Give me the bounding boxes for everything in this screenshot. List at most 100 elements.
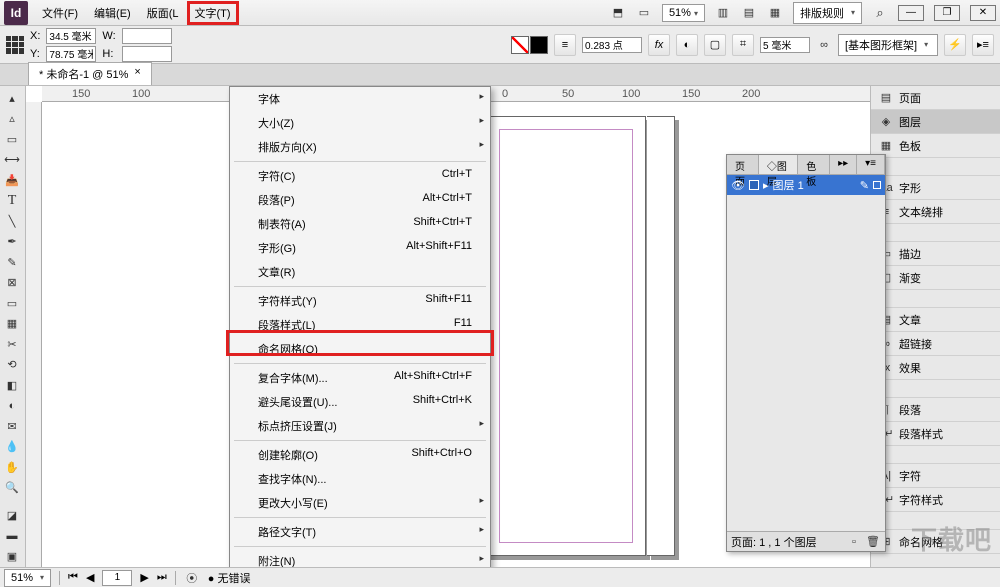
panel-effects[interactable]: fx效果	[871, 356, 1000, 380]
opacity-icon[interactable]: ◐	[676, 34, 698, 56]
menu-item[interactable]: 排版方向(X)	[230, 135, 490, 159]
w-input[interactable]	[122, 28, 172, 44]
panel-menu-icon[interactable]: ▸≡	[972, 34, 994, 56]
reference-point-icon[interactable]	[6, 36, 24, 54]
panel-menu-icon[interactable]: ▾≡	[857, 155, 885, 174]
screen-mode-tool-icon[interactable]: ▣	[0, 546, 24, 567]
gradient-feather-tool-icon[interactable]: ◐	[0, 396, 24, 417]
maximize-button[interactable]: ❐	[934, 5, 960, 21]
menu-item[interactable]: 文章(R)	[230, 260, 490, 284]
size-input[interactable]	[760, 37, 810, 53]
scissors-tool-icon[interactable]: ✂	[0, 334, 24, 355]
apply-color-icon[interactable]: ▬	[0, 526, 24, 547]
panel-tab-layers[interactable]: ◇图层	[759, 155, 798, 174]
menu-item[interactable]: 字符样式(Y)Shift+F11	[230, 289, 490, 313]
visibility-icon[interactable]: 👁	[731, 179, 745, 192]
grid-tool-icon[interactable]: ▦	[0, 314, 24, 335]
panel-char-styles[interactable]: A↵字符样式	[871, 488, 1000, 512]
document-page-2[interactable]	[647, 116, 675, 556]
panel-character[interactable]: A|字符	[871, 464, 1000, 488]
pencil-tool-icon[interactable]: ✎	[0, 252, 24, 273]
page-fwd-icon[interactable]: ▶	[140, 571, 148, 584]
panel-glyphs[interactable]: Aa字形	[871, 176, 1000, 200]
page-number-input[interactable]	[102, 570, 132, 586]
page-prev-icon[interactable]: ⏮	[68, 571, 78, 584]
close-button[interactable]: ✕	[970, 5, 996, 21]
delete-layer-icon[interactable]: 🗑	[865, 533, 881, 549]
menu-item[interactable]: 段落(P)Alt+Ctrl+T	[230, 188, 490, 212]
gap-tool-icon[interactable]: ⟷	[0, 150, 24, 171]
panel-swatches[interactable]: ▦色板	[871, 134, 1000, 158]
panel-stroke[interactable]: ▭描边	[871, 242, 1000, 266]
menu-item[interactable]: 更改大小写(E)	[230, 491, 490, 515]
selection-tool-icon[interactable]: ▴	[0, 88, 24, 109]
note-tool-icon[interactable]: ✉	[0, 416, 24, 437]
panel-collapse-icon[interactable]: ▸▸	[830, 155, 857, 174]
zoom-tool-icon[interactable]: 🔍	[0, 478, 24, 499]
panel-tab-pages[interactable]: 页面	[727, 155, 759, 174]
fill-stroke-swatches[interactable]	[511, 36, 548, 54]
panel-text-wrap[interactable]: ≡文本绕排	[871, 200, 1000, 224]
eyedropper-tool-icon[interactable]: 💧	[0, 437, 24, 458]
gradient-swatch-tool-icon[interactable]: ◧	[0, 375, 24, 396]
expand-triangle-icon[interactable]: ▸	[763, 179, 769, 192]
arrange-icon[interactable]: ▥	[715, 5, 731, 21]
pen-tool-icon[interactable]: ✒	[0, 232, 24, 253]
type-tool-icon[interactable]: T	[0, 191, 24, 212]
selection-square-icon[interactable]	[873, 181, 881, 189]
menu-layout[interactable]: 版面(L	[139, 1, 187, 25]
panel-para-styles[interactable]: ¶↵段落样式	[871, 422, 1000, 446]
panel-gradient[interactable]: ◧渐变	[871, 266, 1000, 290]
arrange2-icon[interactable]: ▤	[741, 5, 757, 21]
menu-item[interactable]: 字符(C)Ctrl+T	[230, 164, 490, 188]
panel-tab-swatches[interactable]: 色板	[798, 155, 830, 174]
menu-item[interactable]: 标点挤压设置(J)	[230, 414, 490, 438]
h-input[interactable]	[122, 46, 172, 62]
quick-apply-icon[interactable]: ⚡	[944, 34, 966, 56]
status-zoom[interactable]: 51%	[4, 569, 51, 587]
direct-selection-tool-icon[interactable]: ▵	[0, 109, 24, 130]
stroke-weight-input[interactable]	[582, 37, 642, 53]
rectangle-frame-tool-icon[interactable]: ⊠	[0, 273, 24, 294]
panel-layers[interactable]: ◈图层	[871, 110, 1000, 134]
menu-item[interactable]: 复合字体(M)...Alt+Shift+Ctrl+F	[230, 366, 490, 390]
menu-item[interactable]: 字体	[230, 87, 490, 111]
page-last-icon[interactable]: ⏭	[157, 571, 167, 584]
content-collector-icon[interactable]: 📥	[0, 170, 24, 191]
screen-mode-icon[interactable]: ▭	[636, 5, 652, 21]
hand-tool-icon[interactable]: ✋	[0, 457, 24, 478]
menu-item[interactable]: 命名网格(Q)	[230, 337, 490, 361]
page-back-icon[interactable]: ◀	[86, 571, 94, 584]
menu-item[interactable]: 避头尾设置(U)...Shift+Ctrl+K	[230, 390, 490, 414]
menu-edit[interactable]: 编辑(E)	[86, 1, 139, 25]
panel-pages[interactable]: ▤页面	[871, 86, 1000, 110]
menu-item[interactable]: 创建轮廓(O)Shift+Ctrl+O	[230, 443, 490, 467]
layers-panel[interactable]: 页面 ◇图层 色板 ▸▸ ▾≡ 👁 ▸ 图层 1 ✎ 页面	[726, 154, 886, 552]
rectangle-tool-icon[interactable]: ▭	[0, 293, 24, 314]
menu-item[interactable]: 附注(N)	[230, 549, 490, 567]
menu-item[interactable]: 路径文字(T)	[230, 520, 490, 544]
panel-hyperlinks[interactable]: ∞超链接	[871, 332, 1000, 356]
page-tool-icon[interactable]: ▭	[0, 129, 24, 150]
frame-style-combo[interactable]: [基本图形框架]	[838, 34, 938, 56]
document-tab[interactable]: * 未命名-1 @ 51% ×	[28, 62, 152, 85]
zoom-display[interactable]: 51%	[662, 4, 705, 22]
x-input[interactable]	[46, 28, 96, 44]
y-input[interactable]	[46, 46, 96, 62]
stroke-weight-icon[interactable]: ≡	[554, 34, 576, 56]
panel-paragraph[interactable]: ¶段落	[871, 398, 1000, 422]
document-tab-close-icon[interactable]: ×	[134, 66, 140, 82]
menu-item[interactable]: 字形(G)Alt+Shift+F11	[230, 236, 490, 260]
search-icon[interactable]: ⌕	[872, 5, 888, 21]
menu-file[interactable]: 文件(F)	[34, 1, 86, 25]
free-transform-tool-icon[interactable]: ⟲	[0, 355, 24, 376]
menu-item[interactable]: 制表符(A)Shift+Ctrl+T	[230, 212, 490, 236]
minimize-button[interactable]: —	[898, 5, 924, 21]
menu-item[interactable]: 查找字体(N)...	[230, 467, 490, 491]
fx-button[interactable]: fx	[648, 34, 670, 56]
document-page[interactable]	[486, 116, 646, 556]
menu-text[interactable]: 文字(T)	[187, 1, 239, 25]
corner-options-icon[interactable]: ▢	[704, 34, 726, 56]
menu-item[interactable]: 大小(Z)	[230, 111, 490, 135]
new-layer-icon[interactable]: ▫	[846, 534, 862, 550]
